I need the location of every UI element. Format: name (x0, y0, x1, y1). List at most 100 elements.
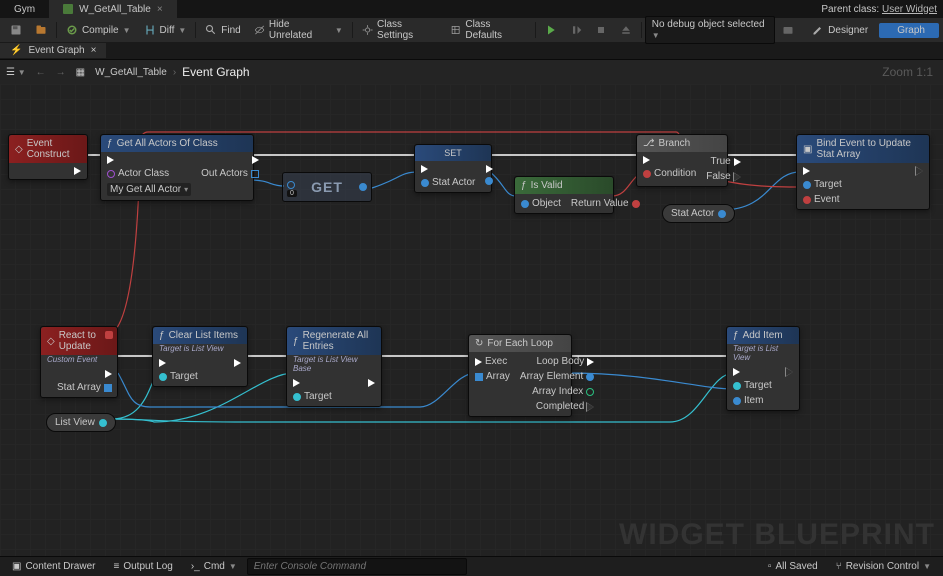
node-get-all-actors[interactable]: ƒGet All Actors Of Class Actor Class My … (100, 134, 254, 201)
node-react-to-update[interactable]: ◇React to Update Custom Event Stat Array (40, 326, 118, 398)
value-in-pin[interactable]: Stat Actor (421, 177, 475, 188)
tab-asset[interactable]: W_GetAll_Table × (49, 0, 177, 18)
compile-button[interactable]: Compile▼ (60, 20, 137, 40)
window-tabs: Gym W_GetAll_Table × Parent class: User … (0, 0, 943, 18)
node-branch[interactable]: ⎇Branch Condition True False (636, 134, 728, 187)
exec-out-pin[interactable] (368, 379, 375, 387)
out-actors-pin[interactable]: Out Actors (201, 168, 259, 179)
content-drawer-button[interactable]: ▣Content Drawer (4, 559, 103, 574)
event-pin[interactable]: Event (803, 194, 842, 205)
node-bind-event[interactable]: ▣Bind Event to Update Stat Array Target … (796, 134, 930, 210)
node-title: ◇Event Construct (9, 135, 87, 163)
node-title: ƒIs Valid (515, 177, 613, 194)
exec-out-pin[interactable] (916, 167, 923, 175)
completed-pin[interactable]: Completed (520, 401, 594, 412)
node-for-each-loop[interactable]: ↻For Each Loop Exec Array Loop Body Arra… (468, 334, 572, 417)
graph-canvas[interactable]: ◇Event Construct ƒGet All Actors Of Clas… (0, 84, 943, 556)
true-pin[interactable]: True (706, 156, 740, 167)
save-button[interactable] (4, 20, 28, 40)
nav-back-button[interactable]: ← (36, 67, 46, 78)
save-status[interactable]: ▫All Saved (760, 559, 826, 574)
hide-unrelated-button[interactable]: Hide Unrelated▼ (248, 20, 349, 40)
delegate-pin[interactable] (105, 331, 113, 339)
breadcrumb-asset[interactable]: W_GetAll_Table (95, 67, 167, 78)
class-settings-button[interactable]: Class Settings (356, 20, 443, 40)
exec-out-pin[interactable] (786, 368, 793, 376)
node-set-stat-actor[interactable]: SET Stat Actor (414, 144, 492, 193)
class-defaults-button[interactable]: Class Defaults (444, 20, 532, 40)
console-input[interactable] (247, 558, 467, 575)
designer-mode-button[interactable]: Designer (802, 20, 878, 40)
array-index-pin[interactable]: Array Index (520, 386, 594, 397)
node-clear-list-items[interactable]: ƒClear List Items Target is List View Ta… (152, 326, 248, 387)
canvas-watermark: WIDGET BLUEPRINT (619, 518, 935, 552)
exec-in-pin[interactable] (803, 167, 842, 175)
var-out-pin[interactable] (718, 210, 726, 218)
false-pin[interactable]: False (706, 171, 740, 182)
find-instance-button[interactable] (776, 20, 800, 40)
exec-in-pin[interactable] (293, 379, 332, 387)
exec-out-pin[interactable] (57, 370, 112, 378)
value-out-pin[interactable] (485, 177, 493, 185)
output-log-button[interactable]: ≡Output Log (105, 559, 180, 574)
breadcrumb-graph[interactable]: Event Graph (182, 65, 249, 79)
find-button[interactable]: Find (199, 20, 246, 40)
close-icon[interactable]: × (157, 4, 163, 15)
eject-button[interactable] (614, 20, 638, 40)
node-add-item[interactable]: ƒAdd Item Target is List View Target Ite… (726, 326, 800, 411)
node-title: ƒClear List Items (153, 327, 247, 344)
node-is-valid[interactable]: ƒIs Valid Object Return Value (514, 176, 614, 214)
exec-out-pin[interactable] (201, 156, 259, 164)
variable-list-view[interactable]: List View (46, 413, 116, 432)
node-array-get[interactable]: 0 GET (282, 172, 372, 202)
graph-switch-icon[interactable]: ▦ (76, 67, 85, 78)
return-pin[interactable]: Return Value (571, 198, 640, 209)
array-element-pin[interactable]: Array Element (520, 371, 594, 382)
variable-stat-actor[interactable]: Stat Actor (662, 204, 735, 223)
breadcrumb: W_GetAll_Table › Event Graph (95, 65, 249, 79)
exec-out-pin[interactable] (485, 165, 493, 173)
node-regenerate-entries[interactable]: ƒRegenerate All Entries Target is List V… (286, 326, 382, 407)
target-pin[interactable]: Target (733, 380, 772, 391)
stop-button[interactable] (589, 20, 613, 40)
array-pin[interactable]: Array (475, 371, 510, 382)
element-out-pin[interactable] (359, 183, 367, 191)
node-title: SET (415, 145, 491, 161)
debug-object-dropdown[interactable]: No debug object selected ▼ (645, 16, 775, 44)
nav-menu-icon[interactable]: ☰ ▼ (6, 67, 26, 78)
var-out-pin[interactable] (99, 419, 107, 427)
nav-forward-button[interactable]: → (56, 67, 66, 78)
parent-class-link[interactable]: User Widget (882, 4, 937, 15)
loop-body-pin[interactable]: Loop Body (520, 356, 594, 367)
actor-class-pin[interactable]: Actor Class (107, 168, 191, 179)
exec-out-pin[interactable] (74, 167, 81, 175)
pause-button[interactable] (564, 20, 588, 40)
node-event-construct[interactable]: ◇Event Construct (8, 134, 88, 180)
browse-button[interactable] (29, 20, 53, 40)
object-pin[interactable]: Object (521, 198, 561, 209)
stat-array-pin[interactable]: Stat Array (57, 382, 112, 393)
array-in-pin[interactable] (287, 181, 295, 189)
parent-class: Parent class: User Widget (821, 4, 937, 15)
graph-mode-button[interactable]: Graph (879, 23, 939, 38)
tab-gym[interactable]: Gym (0, 0, 49, 18)
index-pin[interactable]: 0 (287, 190, 297, 197)
target-pin[interactable]: Target (293, 391, 332, 402)
exec-out-pin[interactable] (234, 359, 241, 367)
exec-in-pin[interactable] (107, 156, 191, 164)
target-pin[interactable]: Target (803, 179, 842, 190)
revision-control-button[interactable]: ⑂Revision Control▼ (828, 559, 939, 574)
condition-pin[interactable]: Condition (643, 168, 696, 179)
target-pin[interactable]: Target (159, 371, 198, 382)
actor-class-value[interactable]: My Get All Actor ▾ (107, 183, 191, 196)
exec-in-pin[interactable] (733, 368, 772, 376)
exec-in-pin[interactable] (421, 165, 475, 173)
diff-button[interactable]: Diff▼ (138, 20, 193, 40)
exec-in-pin[interactable] (643, 156, 696, 164)
exec-in-pin[interactable] (159, 359, 198, 367)
exec-in-pin[interactable]: Exec (475, 356, 510, 367)
item-pin[interactable]: Item (733, 395, 772, 406)
event-graph-tab[interactable]: ⚡ Event Graph × (0, 43, 106, 58)
play-button[interactable] (539, 20, 563, 40)
close-icon[interactable]: × (91, 45, 97, 56)
